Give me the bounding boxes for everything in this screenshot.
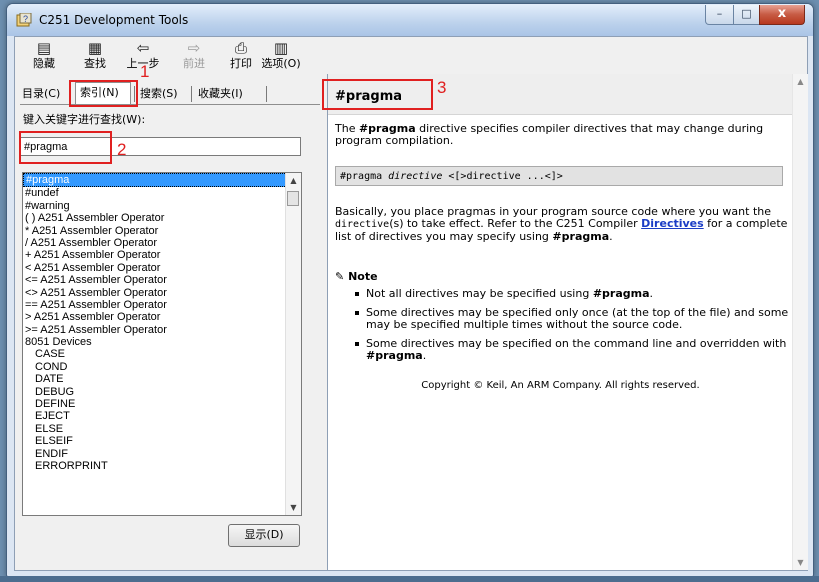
index-item[interactable]: ERRORPRINT: [23, 460, 291, 472]
options-button[interactable]: ▥ 选项(O): [259, 39, 303, 71]
syntax-box: #pragma directive <[>directive ...<]>: [335, 166, 783, 186]
title-bar[interactable]: ? C251 Development Tools – □ x: [7, 4, 813, 36]
index-item[interactable]: + A251 Assembler Operator: [23, 249, 291, 261]
topic-scrollbar[interactable]: ▲ ▼: [792, 74, 808, 570]
print-label: 打印: [230, 57, 252, 70]
print-icon: ⎙: [234, 39, 247, 57]
note-text-end: .: [422, 349, 427, 362]
tab-separator: [266, 86, 267, 102]
index-item[interactable]: EJECT: [23, 410, 291, 422]
syntax-param: directive: [388, 171, 443, 182]
forward-label: 前进: [183, 57, 205, 70]
note-text: Some directives may be specified on the …: [366, 337, 787, 350]
tab-favorites[interactable]: 收藏夹(I): [194, 84, 247, 104]
index-item[interactable]: == A251 Assembler Operator: [23, 299, 291, 311]
find-label: 查找: [84, 57, 106, 70]
body-code: directive: [335, 219, 390, 230]
callout-3: 3: [437, 78, 447, 97]
scroll-up-icon[interactable]: ▲: [286, 173, 301, 188]
note-icon: ✎: [335, 270, 345, 283]
scroll-thumb[interactable]: [287, 191, 299, 206]
body-text: .: [609, 230, 613, 243]
forward-arrow-icon: ⇨: [187, 39, 201, 57]
index-item[interactable]: * A251 Assembler Operator: [23, 225, 291, 237]
syntax-rest: <[>directive ...<]>: [442, 171, 563, 182]
index-item[interactable]: ELSE: [23, 423, 291, 435]
index-item[interactable]: < A251 Assembler Operator: [23, 262, 291, 274]
back-arrow-icon: ⇦: [136, 39, 150, 57]
toolbar: ▤ 隐藏 ▦ 查找 ⇦ 上一步 ⇨ 前进 ⎙ 打印 ▥ 选项(O): [15, 37, 807, 73]
scroll-down-icon[interactable]: ▼: [286, 500, 301, 515]
index-item[interactable]: CASE: [23, 348, 291, 360]
note-item: Some directives may be specified on the …: [352, 338, 792, 362]
note-text-end: .: [649, 287, 654, 300]
index-item[interactable]: ELSEIF: [23, 435, 291, 447]
note-item: Some directives may be specified only on…: [352, 307, 792, 331]
topic-body: Basically, you place pragmas in your pro…: [335, 206, 790, 243]
help-app-icon: ?: [16, 13, 32, 27]
index-item[interactable]: DATE: [23, 373, 291, 385]
index-item[interactable]: COND: [23, 361, 291, 373]
forward-button[interactable]: ⇨ 前进: [177, 39, 211, 71]
index-item[interactable]: #pragma: [23, 173, 291, 188]
highlight-box-keyword: [19, 131, 112, 164]
note-title: Note: [348, 270, 378, 283]
close-button[interactable]: x: [759, 5, 805, 25]
index-item[interactable]: ( ) A251 Assembler Operator: [23, 212, 291, 224]
body-text: (s) to take effect. Refer to the C251 Co…: [389, 217, 642, 230]
hide-icon: ▤: [36, 39, 52, 57]
directives-link[interactable]: Directives: [641, 217, 704, 230]
print-button[interactable]: ⎙ 打印: [225, 39, 257, 71]
index-item[interactable]: / A251 Assembler Operator: [23, 237, 291, 249]
index-scrollbar[interactable]: ▲ ▼: [285, 173, 301, 515]
index-item[interactable]: #warning: [23, 200, 291, 212]
index-item[interactable]: >= A251 Assembler Operator: [23, 324, 291, 336]
svg-text:?: ?: [23, 14, 28, 24]
body-keyword: #pragma: [552, 230, 610, 243]
index-item[interactable]: DEBUG: [23, 386, 291, 398]
index-item[interactable]: DEFINE: [23, 398, 291, 410]
note-keyword: #pragma: [592, 287, 650, 300]
index-rows: #pragma #undef #warning( ) A251 Assembler …: [23, 173, 291, 472]
tab-separator: [191, 86, 192, 102]
options-icon: ▥: [273, 39, 289, 57]
hide-button[interactable]: ▤ 隐藏: [29, 39, 59, 71]
minimize-button[interactable]: –: [705, 5, 734, 25]
window-title: C251 Development Tools: [39, 13, 189, 27]
tab-search[interactable]: 搜索(S): [136, 84, 182, 104]
index-item[interactable]: <> A251 Assembler Operator: [23, 287, 291, 299]
note-heading: ✎ Note: [335, 270, 378, 283]
index-item[interactable]: > A251 Assembler Operator: [23, 311, 291, 323]
taskbar-edge: [0, 576, 819, 582]
scroll-up-icon[interactable]: ▲: [793, 74, 808, 89]
tab-baseline: [20, 104, 320, 105]
highlight-box-index-tab: [69, 80, 138, 107]
tab-contents[interactable]: 目录(C): [18, 84, 64, 104]
keyword-prompt: 键入关键字进行查找(W):: [23, 113, 146, 126]
display-button[interactable]: 显示(D): [228, 524, 300, 547]
scroll-down-icon[interactable]: ▼: [793, 555, 808, 570]
index-item[interactable]: #undef: [23, 187, 291, 199]
note-keyword: #pragma: [366, 349, 423, 362]
note-list: Not all directives may be specified usin…: [352, 288, 792, 369]
copyright-notice: Copyright © Keil, An ARM Company. All ri…: [421, 380, 700, 391]
index-list[interactable]: #pragma #undef #warning( ) A251 Assembler …: [22, 172, 302, 516]
find-icon: ▦: [87, 39, 103, 57]
index-item[interactable]: <= A251 Assembler Operator: [23, 274, 291, 286]
syntax-keyword: #pragma: [340, 171, 389, 182]
topic-intro: The #pragma directive specifies compiler…: [335, 123, 790, 159]
find-button[interactable]: ▦ 查找: [80, 39, 110, 71]
callout-2: 2: [117, 140, 127, 159]
highlight-box-topic-title: [322, 79, 433, 110]
note-text: Some directives may be specified only on…: [366, 306, 789, 331]
maximize-button[interactable]: □: [733, 5, 760, 25]
note-item: Not all directives may be specified usin…: [352, 288, 792, 300]
index-item[interactable]: ENDIF: [23, 448, 291, 460]
options-label: 选项(O): [261, 57, 301, 70]
callout-1: 1: [140, 62, 150, 81]
index-item[interactable]: 8051 Devices: [23, 336, 291, 348]
topic-pane: #pragma The #pragma directive specifies …: [327, 74, 808, 570]
hide-label: 隐藏: [33, 57, 55, 70]
note-text: Not all directives may be specified usin…: [366, 287, 593, 300]
